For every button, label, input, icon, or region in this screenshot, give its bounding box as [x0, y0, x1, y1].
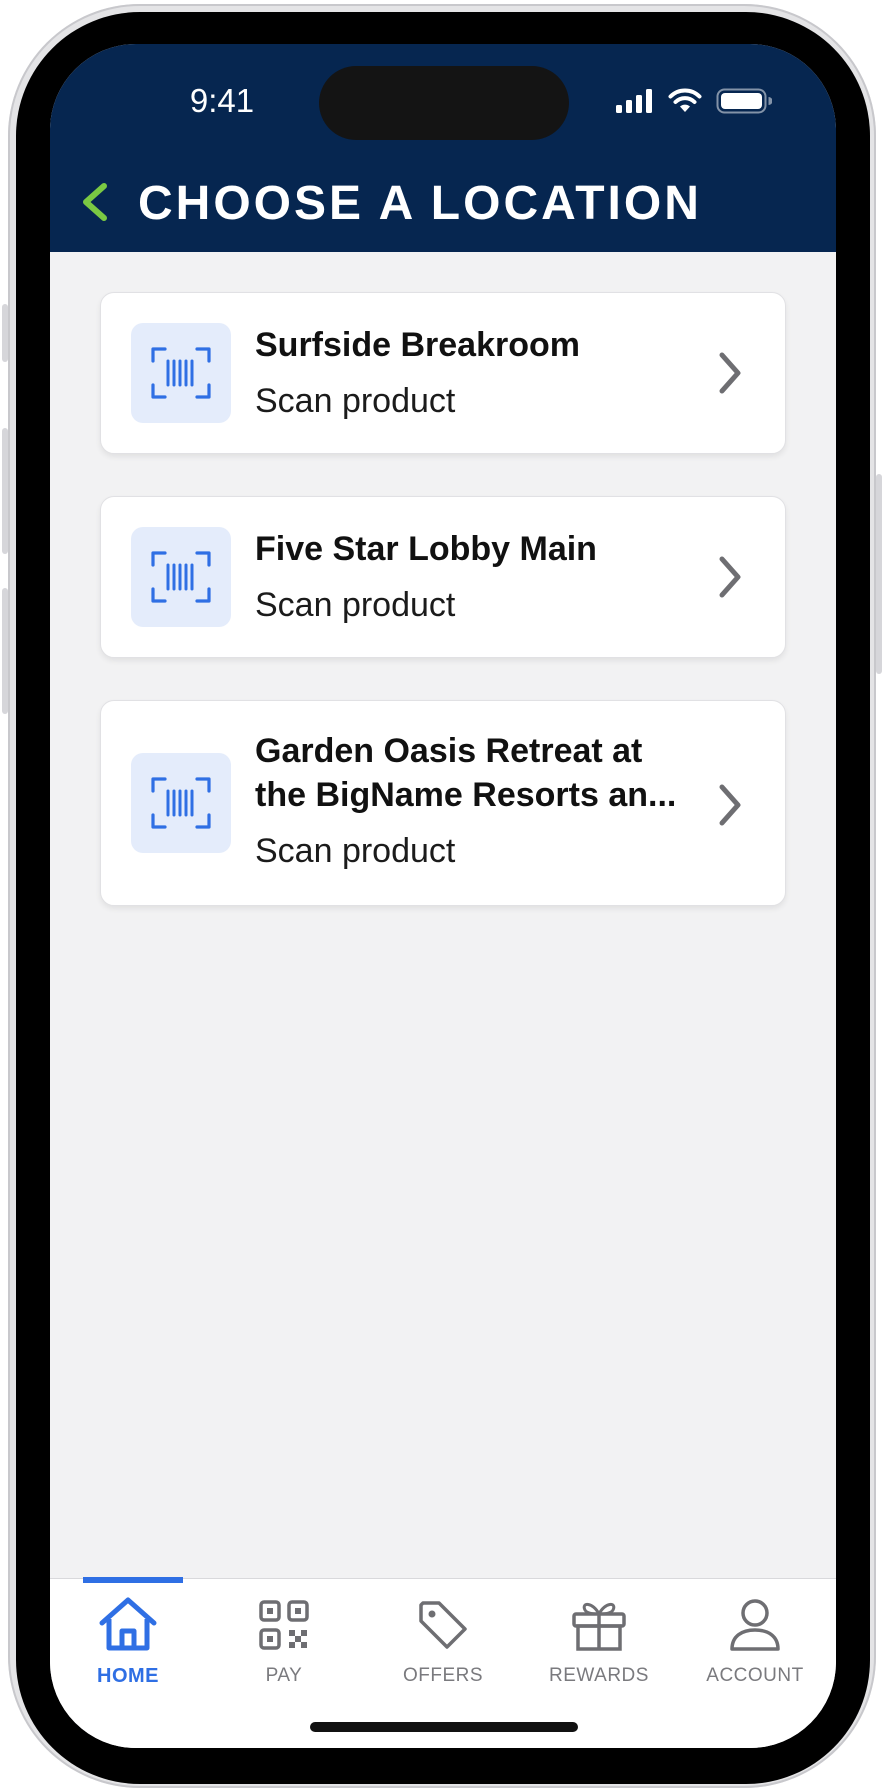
user-icon	[723, 1595, 787, 1655]
volume-down-button	[2, 588, 8, 714]
signal-icon	[616, 89, 652, 113]
chevron-right-icon	[719, 784, 741, 826]
barcode-scan-icon	[131, 527, 231, 627]
status-icons	[616, 88, 772, 114]
location-action: Scan product	[255, 586, 456, 624]
qr-code-icon	[252, 1595, 316, 1655]
barcode-scan-icon	[131, 753, 231, 853]
tab-label: OFFERS	[402, 1665, 484, 1686]
location-name: Surfside Breakroom	[255, 326, 580, 364]
location-action: Scan product	[255, 832, 456, 870]
silent-switch	[2, 304, 8, 362]
location-name: Five Star Lobby Main	[255, 530, 597, 568]
tab-offers[interactable]: OFFERS	[368, 1579, 518, 1699]
location-action: Scan product	[255, 382, 456, 420]
tab-account[interactable]: ACCOUNT	[680, 1579, 830, 1699]
power-button	[876, 474, 882, 674]
back-button[interactable]	[70, 174, 118, 230]
header: 9:41 CHOOSE A LOCATION	[50, 44, 836, 252]
barcode-scan-icon	[131, 323, 231, 423]
tag-icon	[411, 1595, 475, 1655]
dynamic-island	[319, 66, 569, 140]
wifi-icon	[668, 88, 702, 112]
app-screen: 9:41 CHOOSE A LOCATION Surfside Breakroo…	[50, 44, 836, 1748]
location-card[interactable]: Five Star Lobby Main Scan product	[100, 496, 786, 658]
active-tab-indicator	[83, 1577, 183, 1583]
gift-icon	[567, 1595, 631, 1655]
location-card[interactable]: Garden Oasis Retreat at the BigName Reso…	[100, 700, 786, 906]
status-time: 9:41	[189, 82, 255, 119]
home-indicator	[310, 1722, 578, 1732]
tab-home[interactable]: HOME	[53, 1577, 203, 1699]
page-title: CHOOSE A LOCATION	[138, 177, 702, 230]
home-icon	[96, 1595, 160, 1655]
chevron-left-icon	[83, 183, 107, 221]
volume-up-button	[2, 428, 8, 554]
tab-rewards[interactable]: REWARDS	[524, 1579, 674, 1699]
tab-label: HOME	[97, 1665, 159, 1687]
tab-label: REWARDS	[549, 1665, 649, 1686]
location-card[interactable]: Surfside Breakroom Scan product	[100, 292, 786, 454]
chevron-right-icon	[719, 352, 741, 394]
battery-icon	[716, 88, 772, 114]
location-name: Garden Oasis Retreat at the BigName Reso…	[255, 732, 677, 814]
tab-label: ACCOUNT	[706, 1665, 804, 1686]
tab-pay[interactable]: PAY	[209, 1579, 359, 1699]
tab-label: PAY	[265, 1665, 303, 1686]
chevron-right-icon	[719, 556, 741, 598]
